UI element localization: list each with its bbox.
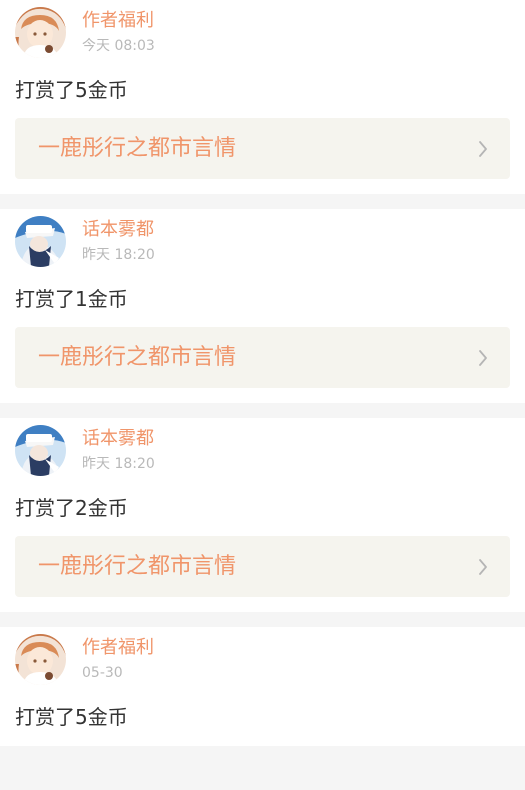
book-link[interactable]: 一鹿彤行之都市言情 — [15, 536, 510, 597]
user-name[interactable]: 话本雾都 — [82, 428, 154, 450]
timestamp: 昨天 18:20 — [82, 456, 155, 472]
timestamp: 今天 08:03 — [82, 38, 155, 54]
user-avatar-icon[interactable] — [15, 425, 66, 476]
user-name[interactable]: 作者福利 — [82, 637, 154, 659]
feed-item-header: 话本雾都 昨天 18:20 — [15, 418, 510, 480]
reward-text: 打赏了1金币 — [15, 287, 128, 311]
feed-item: 作者福利 今天 08:03 打赏了5金币 一鹿彤行之都市言情 — [0, 0, 525, 194]
reward-text: 打赏了5金币 — [15, 78, 128, 102]
author-avatar-icon[interactable] — [15, 634, 66, 685]
book-link[interactable]: 一鹿彤行之都市言情 — [15, 327, 510, 388]
feed-item: 话本雾都 昨天 18:20 打赏了2金币 一鹿彤行之都市言情 — [0, 418, 525, 612]
book-link[interactable]: 一鹿彤行之都市言情 — [15, 118, 510, 179]
chevron-right-icon — [479, 140, 487, 157]
reward-text: 打赏了5金币 — [15, 705, 128, 729]
feed-item-header: 作者福利 05-30 — [15, 627, 510, 689]
book-title: 一鹿彤行之都市言情 — [38, 344, 237, 370]
reward-feed: 作者福利 今天 08:03 打赏了5金币 一鹿彤行之都市言情 话本雾都 昨天 1… — [0, 0, 525, 790]
timestamp: 05-30 — [82, 665, 123, 681]
user-name[interactable]: 话本雾都 — [82, 219, 154, 241]
feed-item: 作者福利 05-30 打赏了5金币 — [0, 627, 525, 746]
chevron-right-icon — [479, 558, 487, 575]
reward-text: 打赏了2金币 — [15, 496, 128, 520]
chevron-right-icon — [479, 349, 487, 366]
user-avatar-icon[interactable] — [15, 216, 66, 267]
user-name[interactable]: 作者福利 — [82, 10, 154, 32]
book-title: 一鹿彤行之都市言情 — [38, 553, 237, 579]
feed-item-header: 作者福利 今天 08:03 — [15, 0, 510, 62]
timestamp: 昨天 18:20 — [82, 247, 155, 263]
feed-item: 话本雾都 昨天 18:20 打赏了1金币 一鹿彤行之都市言情 — [0, 209, 525, 403]
feed-item-header: 话本雾都 昨天 18:20 — [15, 209, 510, 271]
author-avatar-icon[interactable] — [15, 7, 66, 58]
book-title: 一鹿彤行之都市言情 — [38, 135, 237, 161]
